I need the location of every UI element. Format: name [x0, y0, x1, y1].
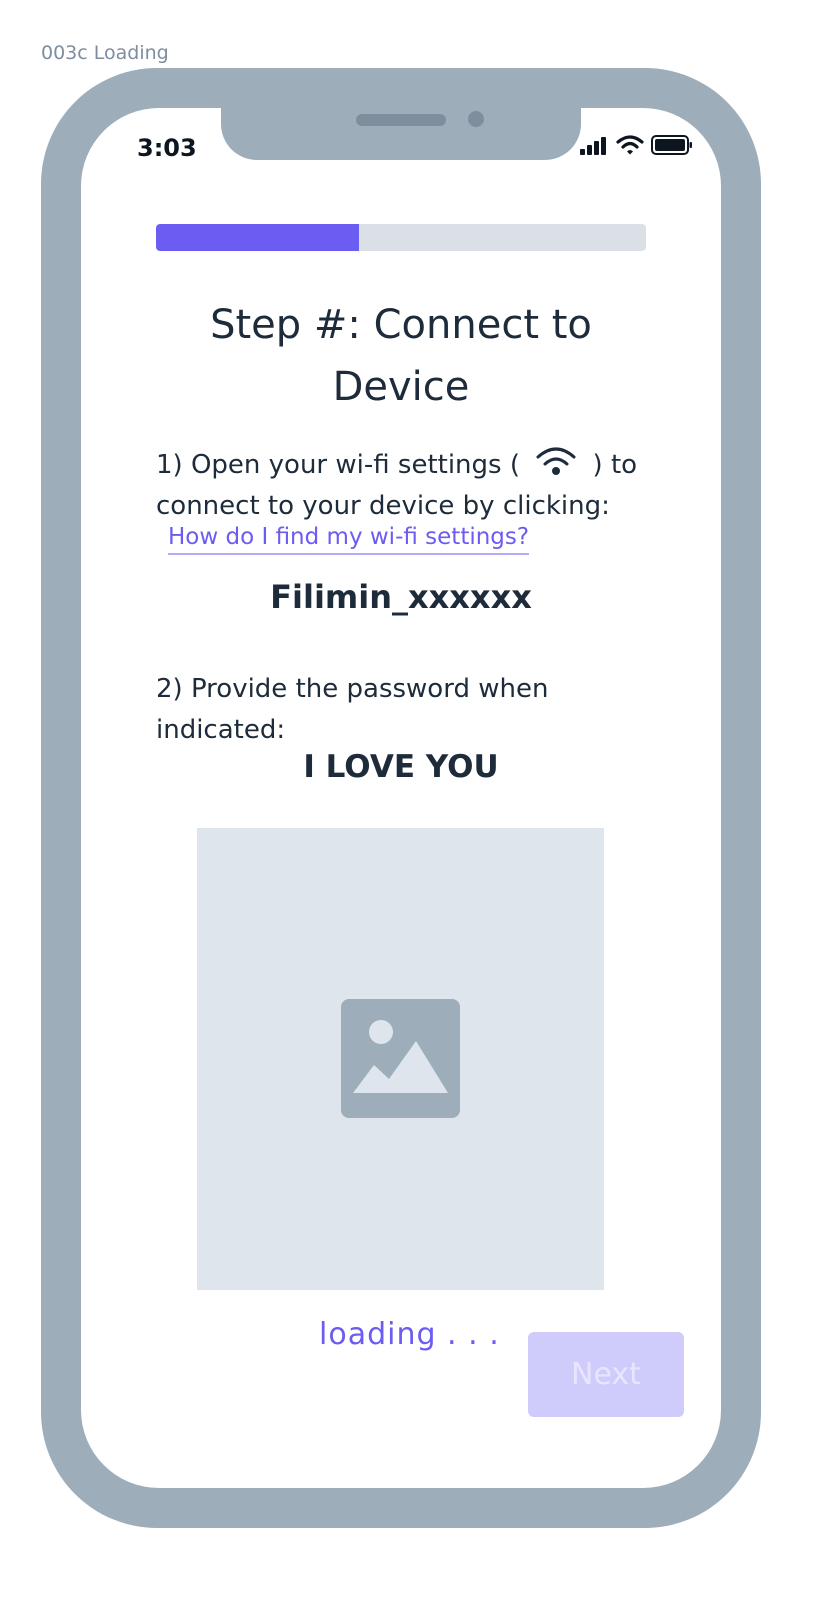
next-button[interactable]: Next [528, 1332, 684, 1417]
loading-indicator: loading . . . [319, 1317, 500, 1352]
progress-bar [156, 224, 646, 251]
image-placeholder [197, 828, 604, 1290]
phone-frame: 3:03 Step #: Connect to Device 1) Open y… [41, 68, 761, 1528]
image-placeholder-icon [341, 999, 460, 1118]
status-time: 3:03 [137, 134, 197, 162]
speaker [356, 114, 446, 126]
progress-bar-fill [156, 224, 360, 251]
step-1-instructions: 1) Open your wi-fi settings ( ) to conne… [156, 445, 666, 527]
wifi-icon [616, 135, 644, 155]
wifi-icon [532, 445, 580, 477]
camera [468, 111, 484, 127]
phone-screen: 3:03 Step #: Connect to Device 1) Open y… [81, 108, 721, 1488]
wifi-password: I LOVE YOU [303, 749, 499, 785]
step-2-instructions: 2) Provide the password when indicated: [156, 674, 549, 745]
wifi-help-link[interactable]: How do I find my wi-fi settings? [168, 522, 530, 555]
step-1-text-before: 1) Open your wi-fi settings ( [156, 450, 520, 480]
battery-icon [651, 135, 692, 155]
frame-label: 003c Loading [41, 42, 169, 64]
signal-icon [580, 137, 606, 155]
page-title: Step #: Connect to Device [210, 302, 592, 410]
notch [221, 108, 581, 160]
network-name: Filimin_xxxxxx [270, 578, 532, 616]
